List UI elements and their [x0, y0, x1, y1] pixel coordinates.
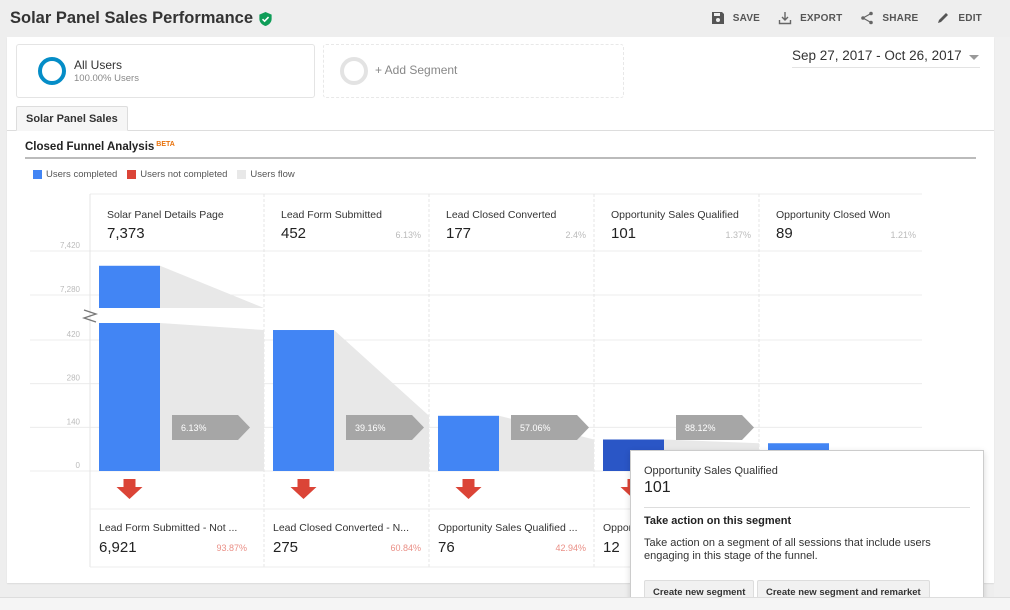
- stage-value: 89: [776, 225, 793, 242]
- dropoff-arrow-icon: [455, 479, 482, 499]
- dropoff-arrow-icon: [116, 479, 143, 499]
- stage-name: Opportunity Sales Qualified: [611, 209, 739, 221]
- dropoff-percent: 93.87%: [216, 543, 247, 553]
- flow-percent-label: 39.16%: [355, 423, 386, 433]
- completed-bar-upper: [99, 265, 160, 308]
- y-tick-label: 7,420: [60, 241, 81, 250]
- stage-value: 101: [611, 225, 636, 242]
- tooltip-divider: [644, 507, 970, 508]
- dropoff-name: Lead Closed Converted - N...: [273, 522, 409, 534]
- y-tick-label: 140: [67, 417, 81, 426]
- y-tick-label: 420: [67, 330, 81, 339]
- stage-name: Lead Form Submitted: [281, 209, 382, 221]
- dropoff-value: 275: [273, 539, 298, 556]
- dropoff-value: 12: [603, 539, 620, 556]
- y-tick-label: 0: [76, 461, 81, 470]
- stage-percent: 1.21%: [890, 230, 916, 240]
- dropoff-percent: 60.84%: [390, 543, 421, 553]
- completed-bar: [99, 323, 160, 471]
- stage-value: 7,373: [107, 225, 145, 242]
- tooltip-description: Take action on a segment of all sessions…: [644, 537, 931, 562]
- flow-percent-label: 57.06%: [520, 423, 551, 433]
- dropoff-percent: 42.94%: [555, 543, 586, 553]
- tooltip-heading: Take action on this segment: [644, 515, 792, 527]
- tooltip-stage-name: Opportunity Sales Qualified: [644, 465, 778, 477]
- axis-break-icon: [81, 309, 99, 323]
- dropoff-arrow-icon: [290, 479, 317, 499]
- stage-name: Opportunity Closed Won: [776, 209, 890, 221]
- tooltip-stage-value: 101: [644, 479, 671, 496]
- stage-percent: 2.4%: [565, 230, 586, 240]
- stage-name: Solar Panel Details Page: [107, 209, 224, 221]
- dropoff-name: Opportunity Sales Qualified ...: [438, 522, 578, 534]
- completed-bar: [438, 415, 499, 471]
- dropoff-value: 76: [438, 539, 455, 556]
- flow-percent-label: 88.12%: [685, 423, 716, 433]
- dropoff-name: Lead Form Submitted - Not ...: [99, 522, 237, 534]
- users-flow-upper: [160, 265, 264, 308]
- stage-value: 452: [281, 225, 306, 242]
- y-tick-label: 280: [67, 374, 81, 383]
- completed-bar: [273, 330, 334, 471]
- flow-percent-label: 6.13%: [181, 423, 207, 433]
- y-tick-label: 7,280: [60, 285, 81, 294]
- stage-name: Lead Closed Converted: [446, 209, 556, 221]
- stage-percent: 1.37%: [725, 230, 751, 240]
- users-flow: [160, 323, 264, 471]
- dropoff-value: 6,921: [99, 539, 137, 556]
- users-flow: [334, 330, 429, 471]
- stage-percent: 6.13%: [395, 230, 421, 240]
- bottom-strip: [0, 597, 1010, 610]
- stage-value: 177: [446, 225, 471, 242]
- stage-tooltip: Opportunity Sales Qualified 101 Take act…: [630, 450, 984, 610]
